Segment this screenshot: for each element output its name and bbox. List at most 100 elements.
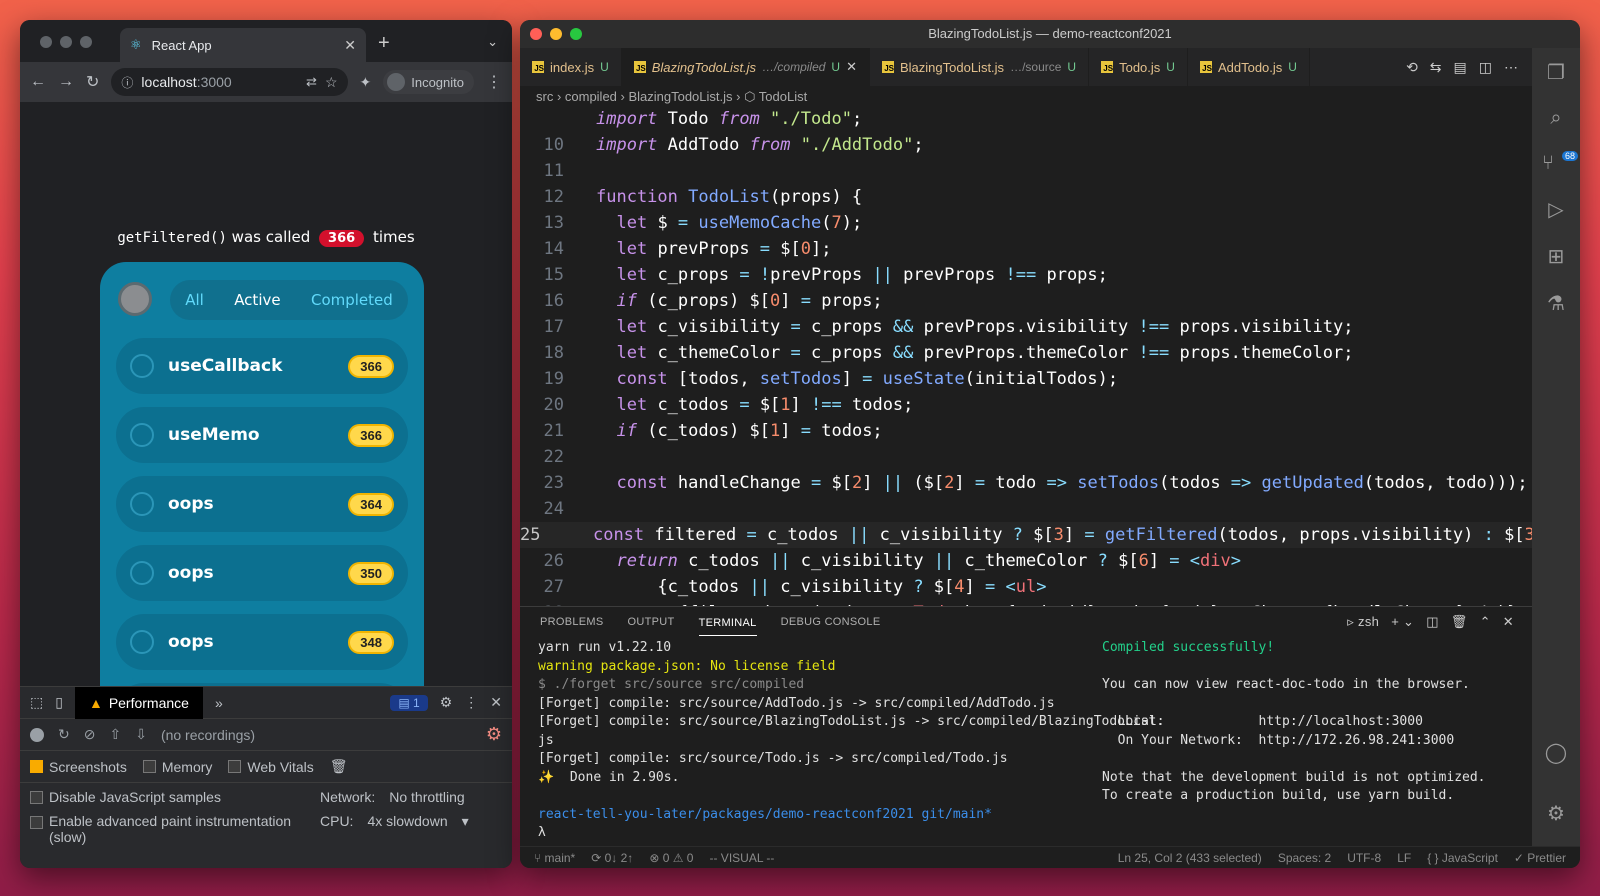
run-debug-icon[interactable]: ▷ [1548,197,1563,222]
filter-completed[interactable]: Completed [311,291,393,309]
line-ending[interactable]: LF [1397,851,1411,865]
tab-index-js[interactable]: JS index.js U [520,48,622,86]
tab-problems[interactable]: PROBLEMS [540,616,604,628]
maximize-panel-icon[interactable]: ⌃ [1480,614,1491,630]
search-icon[interactable]: ⌕ [1550,107,1561,130]
tab-performance[interactable]: ▲ Performance [74,686,203,719]
extensions-icon[interactable]: ⊞ [1548,244,1565,269]
disable-js-checkbox[interactable]: Disable JavaScript samples [30,789,320,805]
close-devtools-icon[interactable]: ✕ [490,694,502,711]
todo-checkbox[interactable] [130,423,154,447]
close-panel-icon[interactable]: ✕ [1503,614,1514,630]
window-zoom-dot[interactable] [570,28,582,40]
todo-item[interactable]: oops 364 [116,476,408,532]
cursor-position[interactable]: Ln 25, Col 2 (433 selected) [1118,851,1262,865]
code-line[interactable]: 13 let $ = useMemoCache(7); [520,210,1532,236]
translate-icon[interactable]: ⇄ [306,74,317,90]
code-line[interactable]: 21 if (c_todos) $[1] = todos; [520,418,1532,444]
code-line[interactable]: 11 [520,158,1532,184]
avatar[interactable] [118,282,152,316]
timeline-icon[interactable]: ⟲ [1406,59,1418,76]
prettier-status[interactable]: ✓ Prettier [1514,851,1566,865]
code-line[interactable]: 14 let prevProps = $[0]; [520,236,1532,262]
web-vitals-checkbox[interactable]: Web Vitals [228,759,314,775]
testing-icon[interactable]: ⚗ [1547,291,1565,316]
todo-checkbox[interactable] [130,630,154,654]
code-line[interactable]: 27 {c_todos || c_visibility ? $[4] = <ul… [520,574,1532,600]
todo-checkbox[interactable] [130,354,154,378]
code-line[interactable]: 22 [520,444,1532,470]
indentation[interactable]: Spaces: 2 [1278,851,1331,865]
upload-icon[interactable]: ⇧ [109,726,121,743]
star-icon[interactable]: ☆ [325,74,338,91]
messages-badge[interactable]: ▤ 1 [390,694,428,711]
terminal-shell-select[interactable]: ▹ zsh [1347,614,1379,630]
code-line[interactable]: 26 return c_todos || c_visibility || c_t… [520,548,1532,574]
browser-tab[interactable]: ⚛ React App ✕ [120,28,366,62]
window-zoom-dot[interactable] [80,36,92,48]
info-icon[interactable]: ⓘ [121,74,133,91]
forward-arrow-icon[interactable]: → [58,73,74,91]
source-control-icon[interactable]: ⑂ 68 [1542,151,1578,175]
inspect-element-icon[interactable]: ⬚ [30,694,43,711]
chevron-down-icon[interactable]: ⌄ [487,34,498,50]
new-terminal-icon[interactable]: + ⌄ [1391,614,1414,630]
tab-close-icon[interactable]: ✕ [344,37,356,54]
network-throttle[interactable]: Network: No throttling [320,789,502,805]
split-editor-icon[interactable]: ◫ [1479,59,1492,76]
code-line[interactable]: 12 function TodoList(props) { [520,184,1532,210]
record-button[interactable] [30,727,44,742]
paint-instrumentation-checkbox[interactable]: Enable advanced paint instrumentation (sl… [30,813,320,845]
window-minimize-dot[interactable] [60,36,72,48]
code-line[interactable]: 19 const [todos, setTodos] = useState(in… [520,366,1532,392]
account-icon[interactable]: ◯ [1545,740,1567,765]
manage-gear-icon[interactable]: ⚙ [1547,801,1565,826]
todo-item[interactable]: useMemo 366 [116,407,408,463]
terminal-right[interactable]: Compiled successfully! You can now view r… [1102,639,1486,806]
code-line[interactable]: 10 import AddTodo from "./AddTodo"; [520,132,1532,158]
new-tab-icon[interactable]: + [378,32,390,55]
recordings-select[interactable]: (no recordings) [161,727,255,743]
todo-checkbox[interactable] [130,561,154,585]
more-tabs-icon[interactable]: » [215,695,223,711]
memory-checkbox[interactable]: Memory [142,759,212,775]
tab-debug-console[interactable]: DEBUG CONSOLE [781,616,881,628]
address-bar[interactable]: ⓘ localhost:3000 ⇄ ☆ [111,68,348,96]
download-icon[interactable]: ⇩ [135,726,147,743]
tab-blazing-source[interactable]: JS BlazingTodoList.js …/source U [870,48,1090,86]
window-close-dot[interactable] [530,28,542,40]
filter-active[interactable]: Active [234,291,280,309]
reload-icon[interactable]: ↻ [86,72,99,92]
capture-settings-icon[interactable]: ⚙ [486,724,502,745]
code-line[interactable]: 16 if (c_props) $[0] = props; [520,288,1532,314]
code-line[interactable]: 15 let c_props = !prevProps || prevProps… [520,262,1532,288]
settings-gear-icon[interactable]: ⚙ [440,694,453,711]
code-line[interactable]: 17 let c_visibility = c_props && prevPro… [520,314,1532,340]
devtools-menu-icon[interactable]: ⋮ [464,694,478,711]
clear-icon[interactable]: ⊘ [84,726,96,743]
code-editor[interactable]: import Todo from "./Todo"; 10 import AddTo… [520,106,1532,606]
compare-icon[interactable]: ⇆ [1430,59,1442,76]
todo-item[interactable]: oops 350 [116,545,408,601]
todo-checkbox[interactable] [130,492,154,516]
split-terminal-icon[interactable]: ◫ [1426,614,1439,630]
reload-record-icon[interactable]: ↻ [58,726,70,743]
branch-indicator[interactable]: ⑂ main* [534,851,575,865]
code-line[interactable]: 23 const handleChange = $[2] || ($[2] = … [520,470,1532,496]
todo-item[interactable]: useCallback 366 [116,338,408,394]
code-line[interactable]: 24 [520,496,1532,522]
tab-todo-js[interactable]: JS Todo.js U [1089,48,1188,86]
explorer-icon[interactable]: ❐ [1547,60,1565,85]
window-close-dot[interactable] [40,36,52,48]
tab-output[interactable]: OUTPUT [628,616,675,628]
window-minimize-dot[interactable] [550,28,562,40]
trash-icon[interactable]: 🗑 [330,758,348,775]
more-actions-icon[interactable]: ⋯ [1504,59,1518,76]
extensions-icon[interactable]: ✦ [360,74,372,91]
preview-icon[interactable]: ▤ [1454,59,1467,76]
cpu-throttle[interactable]: CPU: 4x slowdown ▾ [320,813,502,845]
language-mode[interactable]: { } JavaScript [1427,851,1498,865]
incognito-badge[interactable]: Incognito [383,70,474,94]
tab-blazing-compiled[interactable]: JS BlazingTodoList.js …/compiled U ✕ [621,48,870,86]
more-menu-icon[interactable]: ⋮ [486,72,502,92]
